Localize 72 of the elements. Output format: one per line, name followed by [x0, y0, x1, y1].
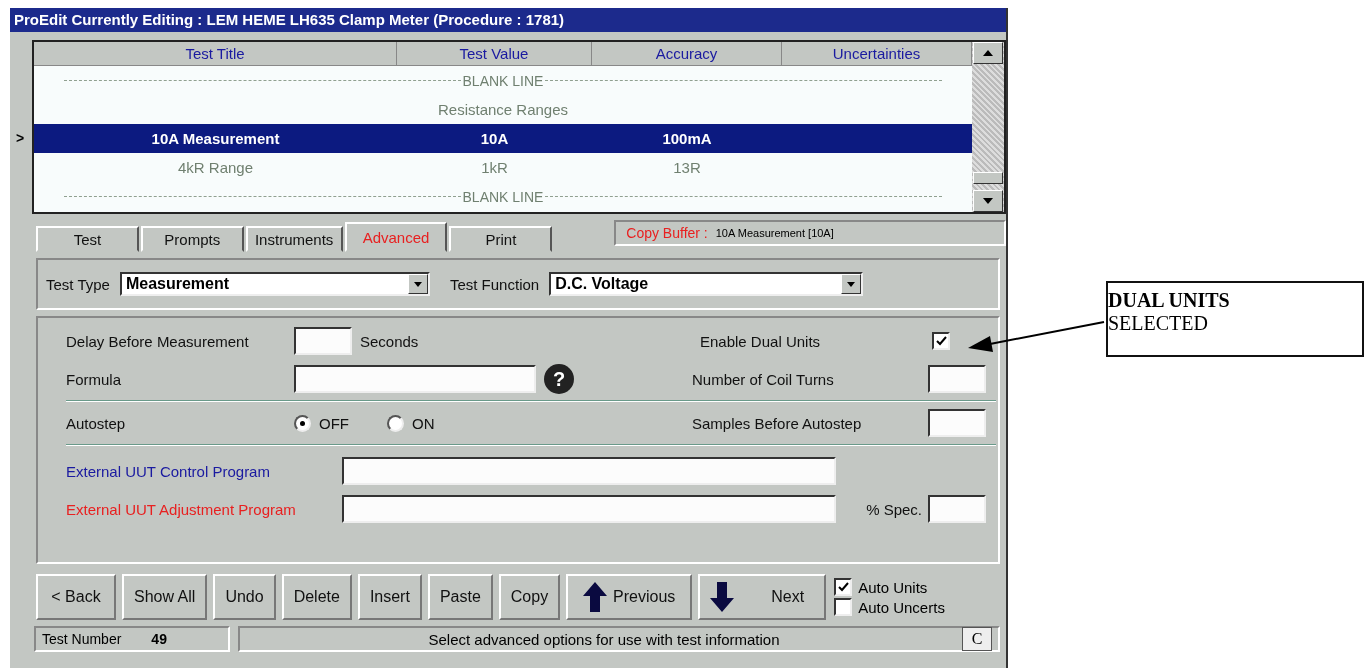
option-label: Auto Uncerts — [858, 598, 945, 616]
table-row[interactable]: 4kR Range 1kR 13R — [34, 153, 972, 182]
field-label: Autostep — [66, 414, 127, 432]
section-heading[interactable]: Resistance Ranges — [437, 101, 569, 118]
toolbar-button[interactable]: Paste — [427, 574, 493, 620]
down-arrow-icon — [710, 582, 735, 612]
copy-buffer-value: 10A Measurement [10A] — [715, 227, 834, 239]
toolbar-button[interactable]: Undo — [213, 574, 276, 620]
test-type-label: Test Type — [46, 275, 110, 293]
delay-field[interactable] — [294, 327, 352, 355]
back-button[interactable]: < Back — [36, 574, 116, 620]
scrollbar[interactable] — [972, 42, 1004, 212]
toolbar-button[interactable]: Copy — [498, 574, 561, 620]
caret-icon — [847, 281, 856, 287]
caret-icon — [413, 281, 422, 287]
up-arrow-icon — [583, 582, 608, 612]
program-field[interactable] — [342, 495, 836, 523]
help-icon[interactable]: ? — [544, 364, 574, 394]
field-label: External UUT Control Program — [66, 462, 271, 480]
tab[interactable]: Test — [36, 226, 139, 252]
program-field[interactable] — [342, 457, 836, 485]
next-button[interactable]: Next — [698, 574, 827, 620]
option-checkbox[interactable] — [834, 578, 853, 596]
status-message: Select advanced options for use with test information — [427, 630, 781, 648]
coil-turns-field[interactable] — [928, 365, 986, 393]
table-row[interactable]: 10A Measurement 10A 100mA — [34, 124, 972, 153]
test-type-dropdown[interactable]: Measurement — [119, 272, 430, 296]
dual-units-checkbox[interactable] — [932, 332, 950, 350]
scroll-thumb[interactable] — [973, 172, 1003, 184]
radio-button[interactable] — [294, 414, 311, 432]
tab[interactable]: Prompts — [140, 226, 244, 252]
tab[interactable]: Instruments — [245, 226, 343, 252]
down-triangle-icon — [983, 198, 993, 204]
corner-button[interactable]: C — [962, 627, 992, 651]
window-title: ProEdit Currently Editing : LEM HEME LH635 Clamp Meter (Procedure : 1781) — [10, 8, 1006, 32]
samples-field[interactable] — [928, 409, 986, 437]
radio-label: OFF — [319, 414, 349, 432]
unit-label: Seconds — [360, 332, 419, 350]
status-label: Test Number — [42, 631, 122, 647]
row-pointer: > — [16, 130, 25, 146]
formula-field[interactable] — [294, 365, 536, 393]
option-checkbox[interactable] — [834, 598, 853, 616]
radio-label: ON — [412, 414, 435, 432]
copy-buffer-label: Copy Buffer : — [626, 225, 708, 241]
spec-field[interactable] — [928, 495, 986, 523]
tab[interactable]: Print — [449, 226, 553, 252]
option-label: Auto Units — [858, 578, 928, 596]
test-number: 49 — [151, 631, 167, 647]
blank-line[interactable]: BLANK LINE — [462, 188, 544, 205]
field-label: Enable Dual Units — [700, 332, 822, 350]
toolbar-button[interactable]: Insert — [357, 574, 422, 620]
field-label: Formula — [66, 370, 122, 388]
check-icon — [935, 336, 947, 346]
field-label: Delay Before Measurement — [66, 332, 250, 350]
radio-button[interactable] — [387, 414, 404, 432]
field-label: % Spec. — [866, 500, 922, 518]
toolbar-button[interactable]: Show All — [122, 574, 208, 620]
up-triangle-icon — [983, 50, 993, 56]
callout-title: DUAL UNITS — [1108, 289, 1231, 312]
check-icon — [837, 582, 849, 592]
blank-line[interactable]: BLANK LINE — [462, 72, 544, 89]
column-header[interactable]: Accuracy — [592, 42, 782, 66]
field-label: External UUT Adjustment Program — [66, 500, 297, 518]
callout-text: SELECTED — [1108, 312, 1209, 335]
column-header[interactable]: Test Title — [34, 42, 397, 66]
field-label: Samples Before Autostep — [692, 414, 863, 432]
column-header[interactable]: Test Value — [397, 42, 592, 66]
field-label: Number of Coil Turns — [692, 370, 835, 388]
test-function-dropdown[interactable]: D.C. Voltage — [549, 272, 864, 296]
previous-button[interactable]: Previous — [566, 574, 693, 620]
toolbar-button[interactable]: Delete — [281, 574, 352, 620]
test-function-label: Test Function — [449, 275, 540, 293]
